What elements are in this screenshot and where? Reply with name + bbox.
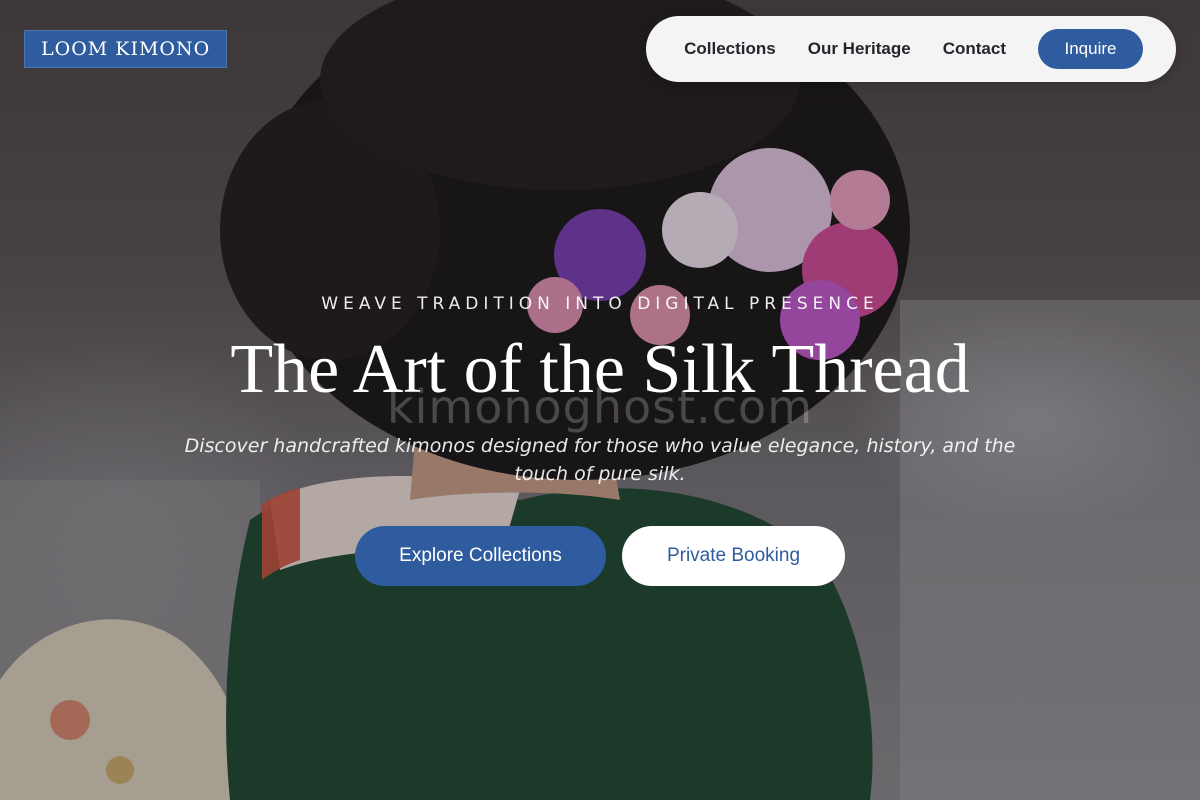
hero-subheading: Discover handcrafted kimonos designed fo…: [184, 435, 1016, 485]
private-booking-button[interactable]: Private Booking: [622, 526, 845, 586]
hero-eyebrow-text: WEAVE TRADITION INTO DIGITAL PRESENCE: [321, 294, 879, 314]
hero-content: WEAVE TRADITION INTO DIGITAL PRESENCE Th…: [0, 0, 1200, 800]
explore-collections-button[interactable]: Explore Collections: [355, 526, 606, 586]
watermark-text: kimonoghost.com: [386, 380, 814, 434]
